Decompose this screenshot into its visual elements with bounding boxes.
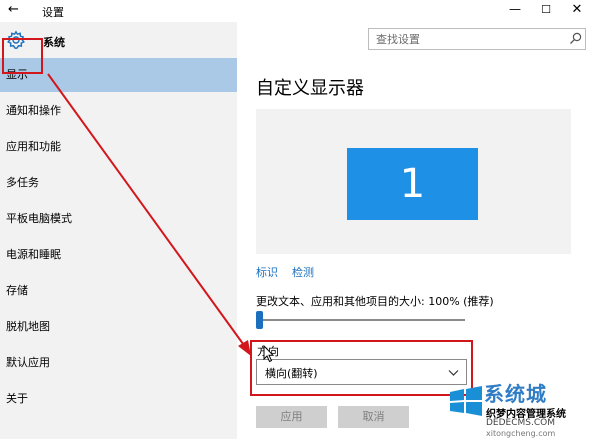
sidebar: 系统 显示 通知和操作 应用和功能 多任务 平板电脑模式 电源和睡眠 存储 脱机… (0, 22, 237, 439)
sidebar-item-label: 脱机地图 (6, 320, 50, 333)
monitor-number: 1 (399, 161, 426, 207)
sidebar-item-label: 平板电脑模式 (6, 212, 72, 225)
close-button[interactable]: ✕ (567, 2, 587, 17)
sidebar-item-multitasking[interactable]: 多任务 (0, 166, 237, 200)
title-bar: ← 设置 — ☐ ✕ (0, 0, 590, 22)
sidebar-item-about[interactable]: 关于 (0, 382, 237, 416)
sidebar-item-apps[interactable]: 应用和功能 (0, 130, 237, 164)
back-button[interactable]: ← (8, 2, 19, 17)
sidebar-item-label: 关于 (6, 392, 28, 405)
watermark-url: DEDECMS.COM (486, 418, 555, 428)
page-title: 自定义显示器 (256, 78, 364, 99)
mouse-cursor-icon (263, 345, 275, 363)
minimize-button[interactable]: — (505, 2, 525, 16)
watermark-url-secondary: xitongcheng.com (486, 429, 556, 438)
watermark: 系统城 织梦内容管理系统 DEDECMS.COM xitongcheng.com (444, 378, 590, 439)
orientation-dropdown[interactable]: 横向(翻转) (256, 359, 467, 385)
chevron-down-icon (448, 370, 459, 376)
search-icon[interactable] (569, 32, 582, 45)
cancel-button[interactable]: 取消 (338, 406, 409, 428)
maximize-button[interactable]: ☐ (536, 3, 556, 16)
detect-link[interactable]: 检测 (292, 264, 314, 280)
sidebar-item-label: 默认应用 (6, 356, 50, 369)
sidebar-title: 系统 (43, 36, 65, 49)
sidebar-item-default-apps[interactable]: 默认应用 (0, 346, 237, 380)
sidebar-item-label: 电源和睡眠 (6, 248, 61, 261)
apply-button[interactable]: 应用 (256, 406, 327, 428)
search-box[interactable] (368, 28, 586, 50)
sidebar-item-storage[interactable]: 存储 (0, 274, 237, 308)
sidebar-item-label: 多任务 (6, 176, 39, 189)
sidebar-item-label: 通知和操作 (6, 104, 61, 117)
monitor-arrangement-area: 1 (256, 109, 571, 254)
windows-logo-icon (450, 386, 482, 416)
scale-slider-track[interactable] (257, 319, 465, 321)
sidebar-item-power-sleep[interactable]: 电源和睡眠 (0, 238, 237, 272)
window-title: 设置 (42, 6, 64, 19)
scale-slider-thumb[interactable] (256, 311, 263, 329)
monitor-tile[interactable]: 1 (347, 148, 478, 220)
sidebar-item-offline-maps[interactable]: 脱机地图 (0, 310, 237, 344)
sidebar-item-tablet-mode[interactable]: 平板电脑模式 (0, 202, 237, 236)
scale-label: 更改文本、应用和其他项目的大小: 100% (推荐) (256, 295, 494, 308)
display-highlight-annotation (2, 38, 43, 74)
search-input[interactable] (369, 29, 559, 49)
identify-link[interactable]: 标识 (256, 264, 278, 280)
watermark-brand: 系统城 (484, 382, 547, 406)
sidebar-item-label: 应用和功能 (6, 140, 61, 153)
orientation-selected-value: 横向(翻转) (265, 367, 318, 380)
sidebar-item-label: 存储 (6, 284, 28, 297)
sidebar-item-notifications[interactable]: 通知和操作 (0, 94, 237, 128)
